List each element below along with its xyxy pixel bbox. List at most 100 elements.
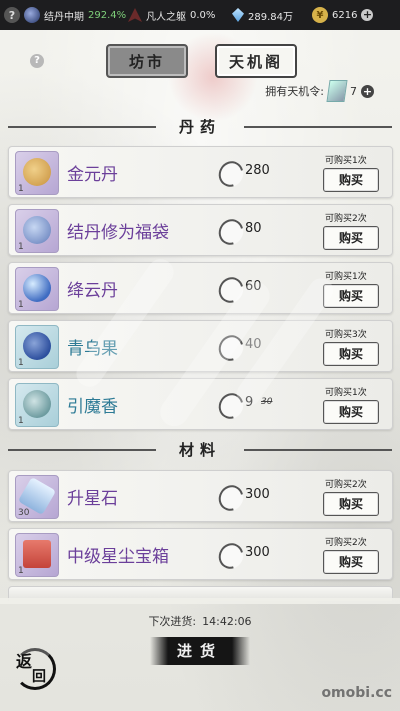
item-thumbnail: 1 (15, 325, 59, 369)
token-count: 7 (350, 84, 357, 98)
back-label-top: 返 (16, 652, 33, 671)
coin-count: 6216 (332, 9, 358, 21)
purchase-limit: 可购买2次 (325, 214, 367, 224)
item-name: 结丹修为福袋 (67, 223, 169, 243)
gourd-icon (23, 158, 51, 186)
item-thumbnail: 1 (15, 533, 59, 577)
status-help[interactable]: ? (4, 0, 20, 30)
shop-item-row[interactable]: 1 绛云丹 60 可购买1次 购买 (8, 262, 393, 314)
pouch-icon (23, 216, 51, 244)
add-coin-button[interactable]: + (361, 9, 374, 21)
item-name: 绛云丹 (67, 281, 118, 301)
item-price: 40 (245, 337, 262, 352)
section-header-materials: 材料 (8, 441, 392, 459)
item-price: 300 (245, 545, 270, 560)
realm-orb-icon (24, 7, 40, 23)
buy-button[interactable]: 购买 (323, 284, 379, 308)
purchase-limit: 可购买2次 (325, 538, 367, 548)
buy-button[interactable]: 购买 (323, 168, 379, 192)
spirit-stone-count: 289.84万 (248, 11, 293, 23)
realm-label: 结丹中期 (44, 11, 84, 23)
spirit-stone-icon (232, 8, 244, 22)
divider-line (244, 126, 392, 128)
spirit-jade-icon (214, 272, 248, 308)
spirit-jade-icon (214, 388, 248, 424)
item-price: 300 (245, 487, 270, 502)
purchase-limit: 可购买1次 (325, 272, 367, 282)
item-quantity: 1 (18, 566, 24, 576)
next-restock-label: 下次进货: (148, 615, 197, 628)
item-name: 引魔香 (67, 397, 118, 417)
purchase-limit: 可购买1次 (325, 388, 367, 398)
buy-button[interactable]: 购买 (323, 342, 379, 366)
tab-market[interactable]: 坊市 (106, 44, 188, 78)
item-quantity: 30 (18, 508, 30, 518)
item-name: 青乌果 (67, 339, 118, 359)
buy-button[interactable]: 购买 (323, 226, 379, 250)
purchase-limit: 可购买3次 (325, 330, 367, 340)
item-thumbnail: 30 (15, 475, 59, 519)
tab-tianji[interactable]: 天机阁 (215, 44, 297, 78)
site-watermark: omobi.cc (321, 685, 392, 701)
body-status[interactable]: 凡人之躯 0.0% (128, 0, 215, 30)
coin-icon: ¥ (312, 7, 328, 23)
next-restock-time: 14:42:06 (202, 615, 252, 628)
spirit-jade-icon (214, 330, 248, 366)
shop-item-row[interactable]: 1 青乌果 40 可购买3次 购买 (8, 320, 393, 372)
add-token-button[interactable]: + (361, 84, 374, 98)
restock-button[interactable]: 进货 (150, 637, 250, 665)
item-thumbnail: 1 (15, 383, 59, 427)
item-name: 升星石 (67, 489, 118, 509)
item-thumbnail: 1 (15, 151, 59, 195)
body-percent: 0.0% (190, 9, 216, 21)
item-name: 中级星尘宝箱 (67, 547, 169, 567)
tianji-token-counter: 拥有天机令: 7 + (265, 80, 374, 102)
tianji-token-icon (326, 80, 348, 102)
item-thumbnail: 1 (15, 209, 59, 253)
shop-item-row[interactable]: 1 结丹修为福袋 80 可购买2次 购买 (8, 204, 393, 256)
back-button[interactable]: 返 回 (12, 644, 56, 690)
list-fade (0, 598, 400, 604)
body-cultivation-icon (128, 8, 142, 22)
treasure-chest-icon (23, 540, 51, 568)
item-thumbnail: 1 (15, 267, 59, 311)
purchase-limit: 可购买2次 (325, 480, 367, 490)
shop-item-row[interactable]: 1 中级星尘宝箱 300 可购买2次 购买 (8, 528, 393, 580)
shop-item-row[interactable]: 1 引魔香 9 30 可购买1次 购买 (8, 378, 393, 430)
fruit-icon (23, 332, 51, 360)
token-label: 拥有天机令: (265, 85, 324, 98)
help-icon[interactable]: ? (4, 7, 20, 23)
realm-status[interactable]: 结丹中期 292.4% (24, 0, 126, 30)
back-label-bottom: 回 (32, 669, 46, 685)
item-original-price: 30 (261, 397, 273, 407)
item-price: 80 (245, 221, 262, 236)
item-quantity: 1 (18, 300, 24, 310)
next-restock: 下次进货: 14:42:06 (0, 613, 400, 629)
body-label: 凡人之躯 (146, 11, 186, 23)
spirit-jade-icon (214, 480, 248, 516)
item-price: 60 (245, 279, 262, 294)
spirit-jade-icon (214, 156, 248, 192)
realm-percent: 292.4% (88, 9, 127, 21)
coin-status[interactable]: ¥ 6216 + (312, 0, 374, 30)
purchase-limit: 可购买1次 (325, 156, 367, 166)
item-quantity: 1 (18, 416, 24, 426)
item-price: 9 (245, 395, 254, 410)
shop-item-row[interactable]: 30 升星石 300 可购买2次 购买 (8, 470, 393, 522)
buy-button[interactable]: 购买 (323, 550, 379, 574)
incense-burner-icon (23, 390, 51, 418)
orb-icon (23, 274, 51, 302)
spirit-stone-status[interactable]: 289.84万 (232, 0, 293, 30)
item-price: 280 (245, 163, 270, 178)
spirit-jade-icon (214, 214, 248, 250)
buy-button[interactable]: 购买 (323, 492, 379, 516)
section-header-pills: 丹药 (8, 118, 392, 136)
shop-item-row[interactable]: 1 金元丹 280 可购买1次 购买 (8, 146, 393, 198)
item-quantity: 1 (18, 242, 24, 252)
item-name: 金元丹 (67, 165, 118, 185)
item-quantity: 1 (18, 184, 24, 194)
shop-help-icon[interactable]: ? (30, 54, 44, 68)
buy-button[interactable]: 购买 (323, 400, 379, 424)
item-quantity: 1 (18, 358, 24, 368)
divider-line (244, 449, 392, 451)
